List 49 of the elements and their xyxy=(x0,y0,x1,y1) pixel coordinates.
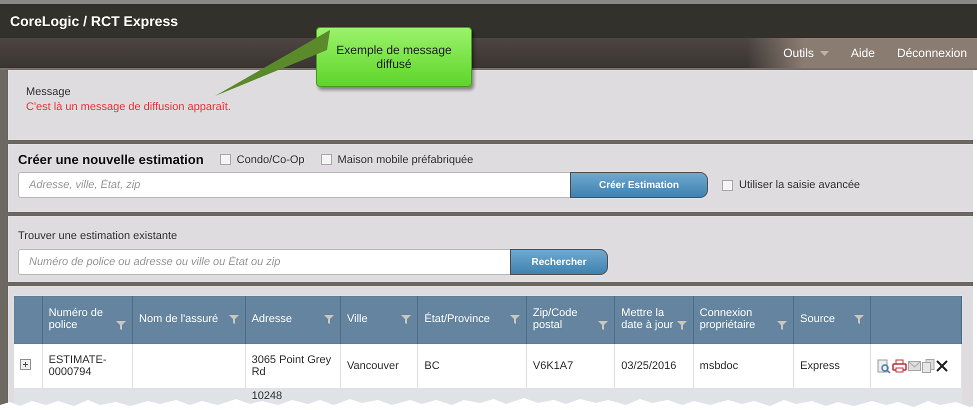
section-title: Créer une nouvelle estimation xyxy=(18,152,204,167)
column-header[interactable]: Source xyxy=(794,296,871,344)
table-cell: ESTIMATE-0000794 xyxy=(48,354,106,378)
app-title: CoreLogic / RCT Express xyxy=(10,13,178,29)
checkbox-label: Condo/Co-Op xyxy=(236,154,305,166)
column-header[interactable]: Adresse xyxy=(245,296,341,344)
callout-text: Exemple de message diffusé xyxy=(335,43,453,71)
filter-icon[interactable] xyxy=(324,314,334,324)
broadcast-message: C'est là un message de diffusion apparaît. xyxy=(26,101,232,113)
table-cell: Express xyxy=(800,360,840,372)
search-button[interactable]: Rechercher xyxy=(510,249,608,275)
column-header[interactable]: Connexion propriétaire xyxy=(693,296,794,344)
column-header[interactable]: Numéro de police xyxy=(42,296,133,344)
envelope-icon[interactable] xyxy=(908,361,922,371)
table-cell: 03/25/2016 xyxy=(621,360,676,372)
table-cell: BC xyxy=(424,360,440,372)
table-cell: Vancouver xyxy=(347,360,399,372)
table-cell: 3065 Point Grey Rd xyxy=(252,354,332,378)
filter-icon[interactable] xyxy=(854,314,864,324)
filter-icon[interactable] xyxy=(777,320,788,330)
message-heading: Message xyxy=(26,86,72,98)
table-cell: 10248 xyxy=(252,390,282,402)
checkbox[interactable] xyxy=(320,154,332,165)
column-header[interactable]: État/Province xyxy=(418,296,526,344)
expand-icon[interactable] xyxy=(20,359,31,370)
nav-item[interactable]: Outils xyxy=(777,44,835,62)
checkbox[interactable] xyxy=(722,180,733,190)
create-estimate-button[interactable]: Créer Estimation xyxy=(570,172,708,198)
nav-item[interactable]: Déconnexion xyxy=(890,44,973,62)
filter-icon[interactable] xyxy=(228,314,239,324)
printer-icon[interactable] xyxy=(892,359,908,373)
column-header[interactable]: Ville xyxy=(340,296,418,344)
filter-icon[interactable] xyxy=(401,314,412,324)
column-header[interactable]: Mettre la date à jour xyxy=(614,296,694,344)
magnifier-icon[interactable] xyxy=(877,358,892,374)
nav-item[interactable]: Aide xyxy=(844,44,881,62)
filter-icon[interactable] xyxy=(510,314,520,324)
column-header[interactable]: Nom de l'assuré xyxy=(132,296,246,344)
close-icon[interactable] xyxy=(936,360,948,372)
section-title: Trouver une estimation existante xyxy=(18,230,178,242)
checkbox-label: Utiliser la saisie avancée xyxy=(739,179,860,191)
checkbox-label: Maison mobile préfabriquée xyxy=(338,154,474,166)
table-cell: msbdoc xyxy=(700,360,738,372)
column-header[interactable]: Zip/Code postal xyxy=(526,296,615,344)
checkbox[interactable] xyxy=(220,154,231,165)
filter-icon[interactable] xyxy=(116,320,126,330)
filter-icon[interactable] xyxy=(676,320,687,330)
table-cell: V6K1A7 xyxy=(532,360,574,372)
filter-icon[interactable] xyxy=(598,320,608,330)
